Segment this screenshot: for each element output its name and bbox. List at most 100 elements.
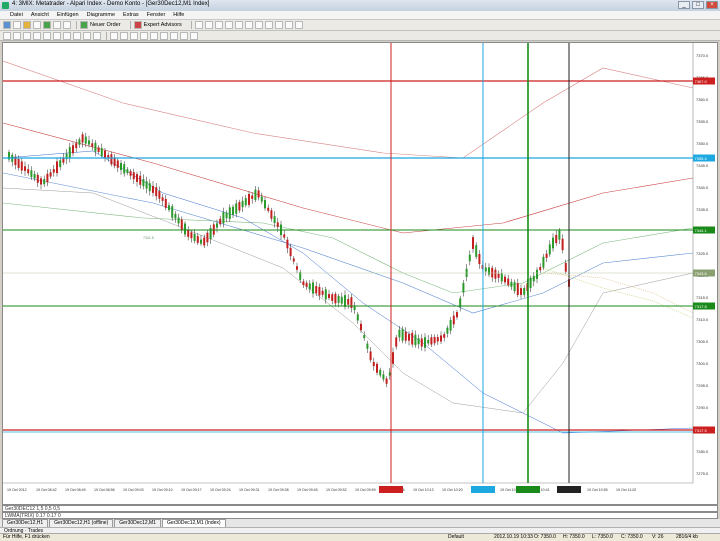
main-toolbar: Neuer Order Expert Advisors bbox=[0, 20, 720, 31]
period-d1-icon[interactable] bbox=[170, 31, 178, 40]
toolbar-divider bbox=[106, 31, 107, 40]
maximize-button[interactable]: □ bbox=[692, 1, 704, 9]
minimize-button[interactable]: _ bbox=[678, 1, 690, 9]
candle-body bbox=[523, 287, 526, 295]
new-order-icon[interactable] bbox=[80, 21, 88, 29]
candle-body bbox=[369, 351, 372, 361]
menu-diagramme[interactable]: Diagramme bbox=[87, 12, 115, 18]
candle-body bbox=[264, 200, 266, 209]
zoom-in-icon[interactable] bbox=[224, 21, 233, 29]
status-help: Für Hilfe, F1 drücken bbox=[3, 534, 50, 540]
time-tick-label: 19 Oct 09:38 bbox=[268, 488, 289, 492]
candle-body bbox=[33, 174, 36, 179]
candle-body bbox=[536, 269, 538, 279]
candle-body bbox=[564, 262, 567, 272]
menu-datei[interactable]: Datei bbox=[10, 12, 23, 18]
text-icon[interactable] bbox=[73, 31, 81, 40]
vertical-line-icon[interactable] bbox=[23, 31, 31, 40]
menu-einfuegen[interactable]: Einfügen bbox=[57, 12, 79, 18]
menu-fenster[interactable]: Fenster bbox=[147, 12, 166, 18]
period-mn-icon[interactable] bbox=[190, 31, 198, 40]
tab-ger30-m1[interactable]: Ger30Dec12,M1 bbox=[114, 519, 161, 527]
status-volume: V: 26 bbox=[652, 534, 664, 540]
period-m30-icon[interactable] bbox=[140, 31, 148, 40]
crosshair-icon[interactable] bbox=[13, 31, 21, 40]
price-tick-label: 7275.0 bbox=[696, 471, 709, 476]
price-axis: 7370.07365.07360.07355.07350.07345.07340… bbox=[143, 43, 715, 483]
new-chart-icon[interactable] bbox=[3, 21, 11, 29]
price-tick-label: 7360.0 bbox=[696, 97, 709, 102]
candle-body bbox=[177, 217, 180, 224]
bar-chart-icon[interactable] bbox=[194, 21, 203, 29]
price-tick-label: 7340.0 bbox=[696, 185, 709, 190]
trendline-icon[interactable] bbox=[43, 31, 51, 40]
arrows-icon[interactable] bbox=[93, 31, 101, 40]
candle-body bbox=[270, 210, 273, 219]
close-button[interactable]: × bbox=[706, 1, 718, 9]
expert-advisors-button[interactable]: Expert Advisors bbox=[144, 22, 182, 28]
candle-body bbox=[49, 172, 52, 177]
price-tick-label: 7350.0 bbox=[696, 141, 709, 146]
indicators-icon[interactable] bbox=[274, 21, 283, 29]
candle-body bbox=[379, 369, 382, 376]
indicator-window-2[interactable]: LWMA(TRIX) 0.17 0.17 0 bbox=[2, 512, 718, 519]
candle-body bbox=[251, 195, 254, 199]
market-watch-icon[interactable] bbox=[23, 21, 31, 29]
candle-body bbox=[347, 298, 350, 305]
autoscroll-icon[interactable] bbox=[254, 21, 263, 29]
menu-hilfe[interactable]: Hilfe bbox=[173, 12, 184, 18]
expert-advisors-icon[interactable] bbox=[133, 21, 142, 29]
time-tick-label: 19 Oct 09:52 bbox=[326, 488, 347, 492]
candle-body bbox=[59, 160, 62, 168]
terminal-icon[interactable] bbox=[53, 21, 61, 29]
cursor-icon[interactable] bbox=[3, 31, 11, 40]
period-h1-icon[interactable] bbox=[150, 31, 158, 40]
candle-body bbox=[318, 286, 321, 296]
price-tag-label: 7355.4 bbox=[695, 156, 708, 161]
data-window-icon[interactable] bbox=[33, 21, 41, 29]
channel-icon[interactable] bbox=[53, 31, 61, 40]
horizontal-lines bbox=[3, 80, 693, 433]
zoom-out-icon[interactable] bbox=[234, 21, 243, 29]
chart-canvas[interactable]: 7370.07365.07360.07355.07350.07345.07340… bbox=[3, 43, 717, 504]
tab-ger30-h1[interactable]: Ger30Dec12,H1 bbox=[2, 519, 49, 527]
line-chart-icon[interactable] bbox=[214, 21, 223, 29]
new-order-button[interactable]: Neuer Order bbox=[90, 22, 121, 28]
menu-extras[interactable]: Extras bbox=[123, 12, 139, 18]
tab-ger30-m1-index[interactable]: Ger30Dec12,M1 (Index) bbox=[161, 519, 226, 527]
candle-body bbox=[430, 337, 433, 345]
period-m5-icon[interactable] bbox=[120, 31, 128, 40]
candle-body bbox=[97, 147, 100, 152]
candle-body bbox=[411, 332, 414, 345]
indicator-curve bbox=[3, 60, 694, 159]
horizontal-line-icon[interactable] bbox=[33, 31, 41, 40]
drawing-toolbar bbox=[0, 31, 720, 41]
navigator-icon[interactable] bbox=[43, 21, 51, 29]
profiles-icon[interactable] bbox=[13, 21, 21, 29]
label-icon[interactable] bbox=[83, 31, 91, 40]
period-m1-icon[interactable] bbox=[110, 31, 118, 40]
periods-icon[interactable] bbox=[284, 21, 293, 29]
status-close: C: 7350.0 bbox=[621, 534, 643, 540]
fibonacci-icon[interactable] bbox=[63, 31, 71, 40]
chart-shift-icon[interactable] bbox=[264, 21, 273, 29]
period-h4-icon[interactable] bbox=[160, 31, 168, 40]
candle-body bbox=[120, 162, 122, 171]
indicator-curve bbox=[542, 272, 694, 314]
candle-body bbox=[27, 169, 30, 174]
menu-ansicht[interactable]: Ansicht bbox=[31, 12, 49, 18]
price-chart[interactable]: 7370.07365.07360.07355.07350.07345.07340… bbox=[2, 42, 718, 505]
period-w1-icon[interactable] bbox=[180, 31, 188, 40]
tab-ger30-h1-offline[interactable]: Ger30Dec12,H1 (offline) bbox=[49, 519, 114, 527]
candle-body bbox=[532, 275, 535, 282]
price-tick-label: 7280.0 bbox=[696, 449, 709, 454]
indicator-window-1[interactable]: Ger30DEC12 1,5 0,5 0,5 bbox=[2, 505, 718, 512]
tile-windows-icon[interactable] bbox=[244, 21, 253, 29]
period-m15-icon[interactable] bbox=[130, 31, 138, 40]
candle-body bbox=[267, 207, 270, 211]
candlestick-icon[interactable] bbox=[204, 21, 213, 29]
candle-body bbox=[196, 236, 199, 243]
candle-body bbox=[17, 159, 20, 168]
templates-icon[interactable] bbox=[294, 21, 303, 29]
tester-icon[interactable] bbox=[63, 21, 71, 29]
